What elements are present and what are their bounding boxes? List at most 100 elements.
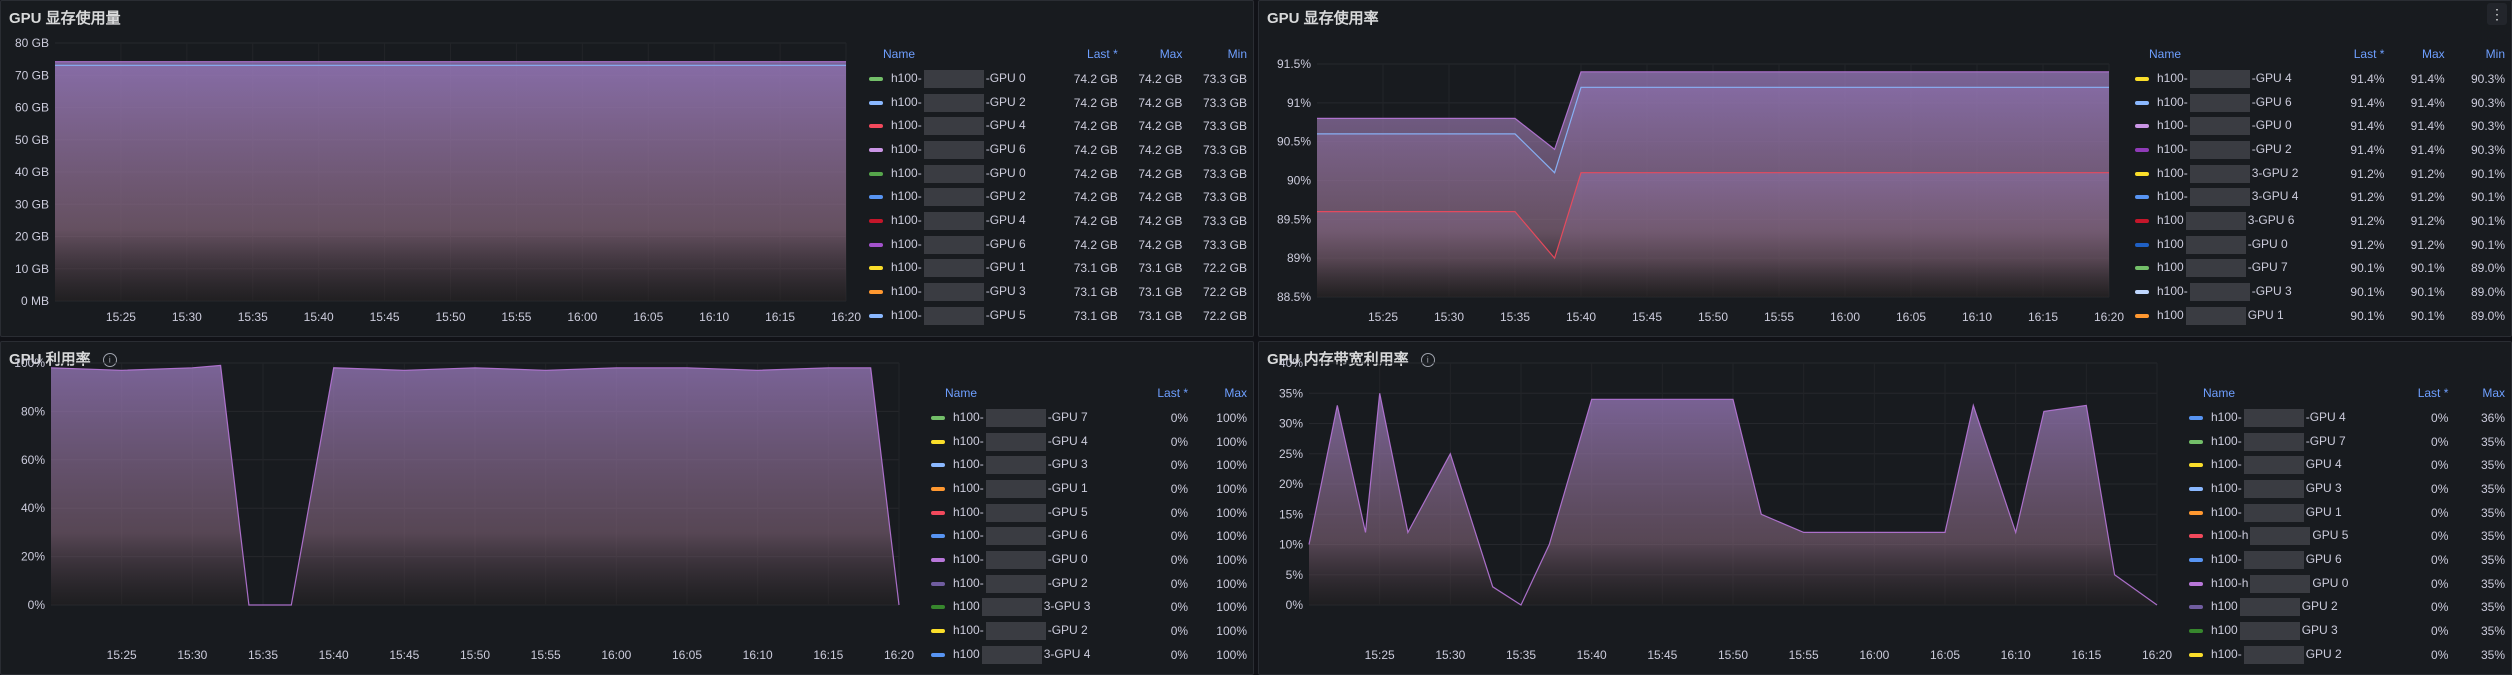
series-color-swatch (869, 218, 883, 223)
legend-row[interactable]: h100- GPU 1 0% 35% (2183, 501, 2511, 525)
series-suffix: GPU 4 (2305, 457, 2342, 472)
legend-value: 73.3 GB (1202, 71, 1247, 86)
redacted-block (923, 235, 984, 254)
legend-value: 35% (2480, 458, 2505, 473)
legend-value: 74.2 GB (1073, 95, 1118, 110)
legend-row[interactable]: h100- -GPU 4 0% 100% (925, 430, 1253, 454)
legend-row[interactable]: h100- -GPU 7 0% 35% (2183, 430, 2511, 454)
legend-column-header[interactable]: Max (1124, 45, 1189, 67)
legend-column-header[interactable]: Max (1194, 384, 1253, 406)
y-tick-label: 60 GB (15, 101, 49, 115)
legend-column-header[interactable]: Last * (2330, 45, 2390, 67)
panel-gpu-memory-rate[interactable]: GPU 显存使用率 ⋮ 91.5% 91% 90.5% 90% 89.5% 89% 88.5… (1258, 0, 2512, 337)
legend-row[interactable]: h100- -GPU 7 0% 100% (925, 406, 1253, 430)
y-tick-label: 88.5% (1277, 290, 1311, 304)
legend-column-header[interactable]: Max (2390, 45, 2450, 67)
legend-row[interactable]: h100- -GPU 6 0% 100% (925, 524, 1253, 548)
legend-row[interactable]: h100- -GPU 3 73.1 GB 73.1 GB 72.2 GB (863, 280, 1253, 304)
legend-row[interactable]: h100- GPU 3 0% 35% (2183, 477, 2511, 501)
legend-row[interactable]: h100- -GPU 0 74.2 GB 74.2 GB 73.3 GB (863, 67, 1253, 91)
legend-row[interactable]: h100 3-GPU 6 91.2% 91.2% 90.1% (2129, 209, 2511, 233)
series-name: h100- (953, 410, 984, 425)
series-color-swatch (2189, 652, 2203, 657)
legend-row[interactable]: h100- -GPU 2 0% 100% (925, 572, 1253, 596)
x-tick-label: 16:10 (699, 310, 729, 324)
memory-rate-chart[interactable]: 91.5% 91% 90.5% 90% 89.5% 89% 88.5% 15:25 15:30 1… (1259, 1, 2129, 337)
legend-row[interactable]: h100- -GPU 5 73.1 GB 73.1 GB 72.2 GB (863, 304, 1253, 328)
legend-row[interactable]: h100 -GPU 7 90.1% 90.1% 89.0% (2129, 257, 2511, 281)
legend-row[interactable]: h100- -GPU 3 90.1% 90.1% 89.0% (2129, 280, 2511, 304)
legend-column-header[interactable]: Min (1188, 45, 1253, 67)
legend-row[interactable]: h100- GPU 2 0% 35% (2183, 643, 2511, 667)
legend-row[interactable]: h100 GPU 3 0% 35% (2183, 619, 2511, 643)
legend-column-header[interactable]: Name (925, 384, 1135, 406)
memory-usage-chart[interactable]: 80 GB 70 GB 60 GB 50 GB 40 GB 30 GB 20 GB 10 GB… (1, 1, 861, 337)
legend-column-header[interactable]: Max (2454, 384, 2511, 406)
series-color-swatch (2135, 313, 2149, 318)
panel-gpu-bandwidth[interactable]: GPU 内存带宽利用率 i 40% 35% 30% 25% 20% 15% 10% 5% 0% 15… (1258, 341, 2512, 675)
legend-row[interactable]: h100- GPU 6 0% 35% (2183, 548, 2511, 572)
legend-row[interactable]: h100- -GPU 2 91.4% 91.4% 90.3% (2129, 138, 2511, 162)
panel-gpu-utilization[interactable]: GPU 利用率 i 100% 80% 60% 40% 20% 0% 15:25 15:30 15:… (0, 341, 1254, 675)
legend-row[interactable]: h100- -GPU 6 74.2 GB 74.2 GB 73.3 GB (863, 233, 1253, 257)
legend-row[interactable]: h100- -GPU 3 0% 100% (925, 453, 1253, 477)
y-tick-label: 50 GB (15, 133, 49, 147)
series-suffix: -GPU 1 (1047, 481, 1088, 496)
legend-column-header[interactable]: Last * (1135, 384, 1194, 406)
redacted-block (981, 598, 1042, 617)
legend-value: 72.2 GB (1202, 261, 1247, 276)
series-name: h100- (891, 236, 922, 251)
legend-column-header[interactable]: Last * (2395, 384, 2455, 406)
legend-column-header[interactable]: Min (2451, 45, 2511, 67)
legend-row[interactable]: h100 3-GPU 3 0% 100% (925, 596, 1253, 620)
legend-column-header[interactable]: Name (2183, 384, 2395, 406)
legend-row[interactable]: h100- 3-GPU 2 91.2% 91.2% 90.1% (2129, 162, 2511, 186)
legend-row[interactable]: h100- -GPU 4 74.2 GB 74.2 GB 73.3 GB (863, 114, 1253, 138)
legend-row[interactable]: h100- -GPU 0 91.4% 91.4% 90.3% (2129, 114, 2511, 138)
legend-row[interactable]: h100- -GPU 2 74.2 GB 74.2 GB 73.3 GB (863, 91, 1253, 115)
legend-column-header[interactable]: Name (2129, 45, 2330, 67)
panel-gpu-memory-usage[interactable]: GPU 显存使用量 80 GB 70 GB 60 GB 50 GB 40 GB 30 GB… (0, 0, 1254, 337)
legend-row[interactable]: h100- -GPU 0 0% 100% (925, 548, 1253, 572)
legend-row[interactable]: h100-h GPU 0 0% 35% (2183, 572, 2511, 596)
y-tick-label: 40% (21, 501, 45, 515)
legend-row[interactable]: h100 GPU 2 0% 35% (2183, 596, 2511, 620)
series-name: h100 (2157, 307, 2184, 322)
series-name: h100- (2157, 94, 2188, 109)
legend-row[interactable]: h100- -GPU 4 74.2 GB 74.2 GB 73.3 GB (863, 209, 1253, 233)
legend-row[interactable]: h100-h GPU 5 0% 35% (2183, 524, 2511, 548)
legend-row[interactable]: h100- -GPU 6 91.4% 91.4% 90.3% (2129, 91, 2511, 115)
legend-value: 74.2 GB (1073, 166, 1118, 181)
legend-row[interactable]: h100- -GPU 6 74.2 GB 74.2 GB 73.3 GB (863, 138, 1253, 162)
legend-row[interactable]: h100- -GPU 0 74.2 GB 74.2 GB 73.3 GB (863, 162, 1253, 186)
redacted-block (2243, 408, 2304, 427)
legend-row[interactable]: h100- -GPU 2 74.2 GB 74.2 GB 73.3 GB (863, 185, 1253, 209)
legend-value: 90.3% (2470, 119, 2505, 134)
legend-row[interactable]: h100- -GPU 4 91.4% 91.4% 90.3% (2129, 67, 2511, 91)
series-suffix: -GPU 2 (1047, 575, 1088, 590)
legend-value: 35% (2480, 481, 2505, 496)
legend-column-header[interactable]: Last * (1059, 45, 1124, 67)
legend-row[interactable]: h100- -GPU 5 0% 100% (925, 501, 1253, 525)
panel-menu-icon[interactable]: ⋮ (2487, 3, 2507, 25)
series-color-swatch (931, 486, 945, 491)
legend-row[interactable]: h100- -GPU 2 0% 100% (925, 619, 1253, 643)
legend-row[interactable]: h100- 3-GPU 4 91.2% 91.2% 90.1% (2129, 185, 2511, 209)
series-color-swatch (2135, 171, 2149, 176)
legend-value: 0% (1170, 529, 1189, 544)
legend-row[interactable]: h100- -GPU 4 0% 36% (2183, 406, 2511, 430)
legend-row[interactable]: h100- -GPU 1 0% 100% (925, 477, 1253, 501)
legend-row[interactable]: h100 -GPU 0 91.2% 91.2% 90.1% (2129, 233, 2511, 257)
y-tick-label: 35% (1279, 386, 1303, 400)
legend-row[interactable]: h100- GPU 4 0% 35% (2183, 453, 2511, 477)
series-name: h100- (2211, 504, 2242, 519)
legend-row[interactable]: h100- -GPU 1 73.1 GB 73.1 GB 72.2 GB (863, 257, 1253, 281)
bandwidth-chart[interactable]: 40% 35% 30% 25% 20% 15% 10% 5% 0% 15:25 15:30 15:35… (1259, 342, 2179, 675)
series-color-swatch (869, 147, 883, 152)
legend-column-header[interactable]: Name (863, 45, 1059, 67)
legend-row[interactable]: h100 3-GPU 4 0% 100% (925, 643, 1253, 667)
redacted-block (2185, 235, 2246, 254)
legend-row[interactable]: h100 GPU 1 90.1% 90.1% 89.0% (2129, 304, 2511, 328)
gpu-utilization-chart[interactable]: 100% 80% 60% 40% 20% 0% 15:25 15:30 15:35 15:40 15… (1, 342, 921, 675)
series-color-swatch (2135, 290, 2149, 295)
